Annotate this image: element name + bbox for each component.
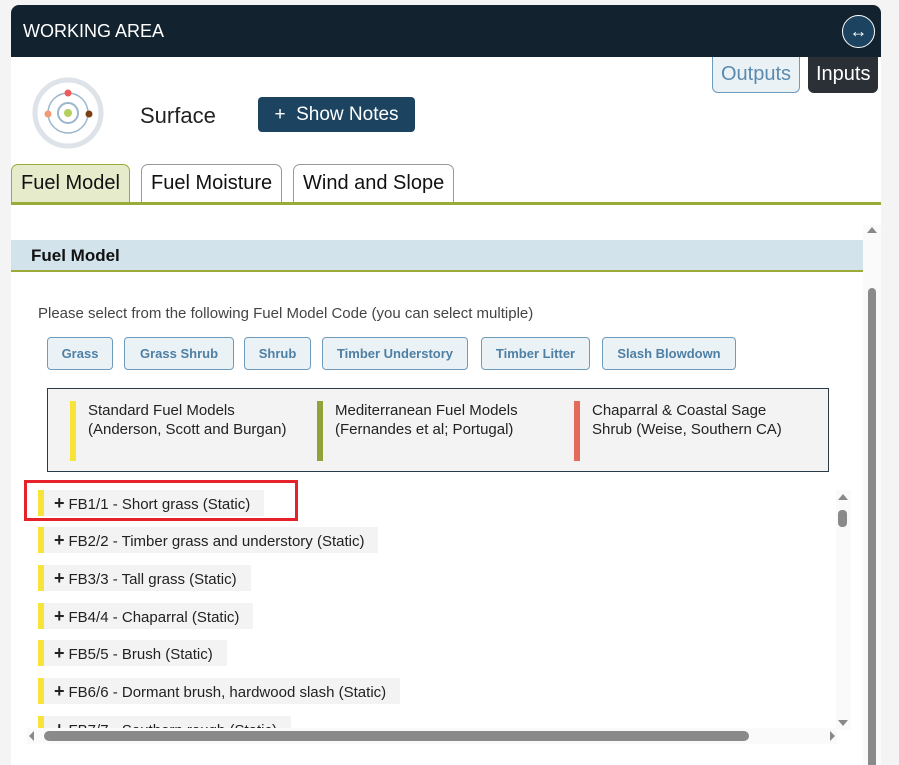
legend-chaparral: Chaparral & Coastal Sage Shrub (Weise, So… [574,401,782,461]
surface-module-icon [32,77,104,149]
filter-grass[interactable]: Grass [47,337,113,370]
scroll-left-icon[interactable] [29,731,34,741]
filter-shrub[interactable]: Shrub [244,337,311,370]
scroll-up-icon[interactable] [838,494,848,500]
filter-slash-blowdown[interactable]: Slash Blowdown [602,337,736,370]
list-item[interactable]: + FB6/6 - Dormant brush, hardwood slash (… [38,678,401,704]
plus-icon: + [274,104,286,125]
scroll-up-icon[interactable] [867,227,877,233]
arrows-horizontal-icon[interactable]: ↔ [842,15,875,48]
header-title: WORKING AREA [23,21,165,41]
tab-divider [11,202,881,205]
filter-timber-litter[interactable]: Timber Litter [481,337,590,370]
scrollbar-thumb[interactable] [868,288,876,765]
scrollbar-thumb[interactable] [838,510,847,527]
tab-wind-and-slope[interactable]: Wind and Slope [293,164,455,202]
filter-grass-shrub[interactable]: Grass Shrub [124,337,234,370]
list-item[interactable]: + FB4/4 - Chaparral (Static) [38,603,254,629]
legend-mediterranean: Mediterranean Fuel Models (Fernandes et a… [317,401,518,461]
show-notes-label: Show Notes [296,104,399,125]
highlight-box [24,480,298,521]
fuel-model-legend: Standard Fuel Models (Anderson, Scott and… [47,388,829,472]
filter-timber-understory[interactable]: Timber Understory [322,337,468,370]
scroll-right-icon[interactable] [830,731,835,741]
list-scrollbar[interactable] [836,490,851,730]
list-item[interactable]: + FB5/5 - Brush (Static) [38,640,227,666]
instruction-text: Please select from the following Fuel Mo… [38,305,534,322]
inputs-tab[interactable]: Inputs [808,57,879,93]
tab-fuel-moisture[interactable]: Fuel Moisture [141,164,283,202]
working-area-panel: WORKING AREA ↔ Outputs Inputs Surface + … [11,5,881,765]
working-area-header: WORKING AREA ↔ [11,5,881,57]
section-title: Fuel Model [11,240,863,272]
scrollbar-thumb[interactable] [44,731,749,741]
outputs-tab[interactable]: Outputs [712,57,801,93]
horizontal-scrollbar[interactable] [27,728,837,744]
legend-standard: Standard Fuel Models (Anderson, Scott and… [70,401,286,461]
list-item[interactable]: + FB3/3 - Tall grass (Static) [38,565,251,591]
show-notes-button[interactable]: + Show Notes [258,97,415,132]
module-name: Surface [140,103,216,128]
tab-fuel-model[interactable]: Fuel Model [11,164,130,202]
scroll-down-icon[interactable] [838,720,848,726]
panel-scrollbar[interactable] [863,225,881,765]
list-item[interactable]: + FB2/2 - Timber grass and understory (St… [38,527,379,553]
